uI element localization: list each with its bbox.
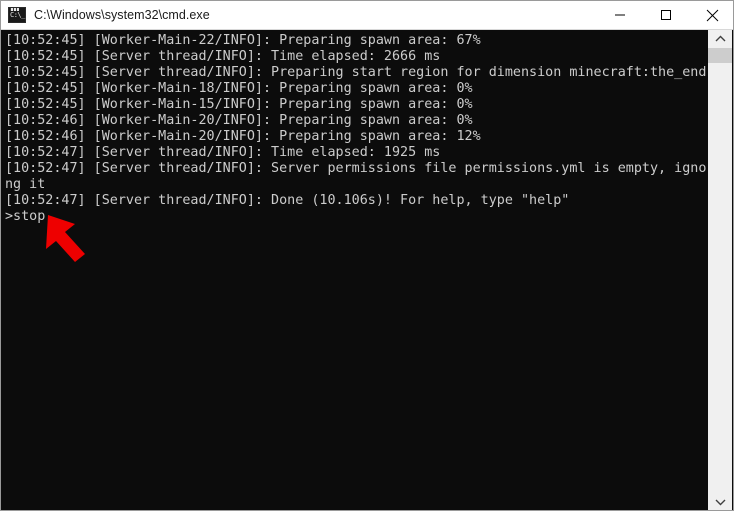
minimize-button[interactable]	[597, 1, 643, 29]
close-icon	[706, 9, 718, 21]
maximize-button[interactable]	[643, 1, 689, 29]
window-title: C:\Windows\system32\cmd.exe	[34, 8, 210, 22]
cmd-window: C:\_ C:\Windows\system32\cmd.exe [10:52:…	[0, 0, 734, 511]
cmd-icon: C:\_	[8, 7, 26, 23]
minimize-icon	[615, 14, 625, 16]
chevron-down-icon	[715, 499, 725, 505]
cmd-icon-prompt-glyph: C:\_	[10, 11, 25, 19]
scrollbar-thumb[interactable]	[708, 48, 732, 63]
close-button[interactable]	[689, 1, 733, 29]
title-bar[interactable]: C:\_ C:\Windows\system32\cmd.exe	[1, 1, 733, 30]
scroll-up-button[interactable]	[708, 30, 732, 47]
console-text: [10:52:45] [Worker-Main-22/INFO]: Prepar…	[5, 33, 709, 224]
console-output-area[interactable]: [10:52:45] [Worker-Main-22/INFO]: Prepar…	[2, 30, 709, 510]
maximize-icon	[661, 10, 671, 20]
window-controls	[597, 1, 733, 29]
scroll-down-button[interactable]	[708, 493, 732, 510]
chevron-up-icon	[715, 35, 725, 41]
scrollbar-track[interactable]	[708, 47, 732, 493]
console-scrollbar[interactable]	[707, 30, 732, 510]
